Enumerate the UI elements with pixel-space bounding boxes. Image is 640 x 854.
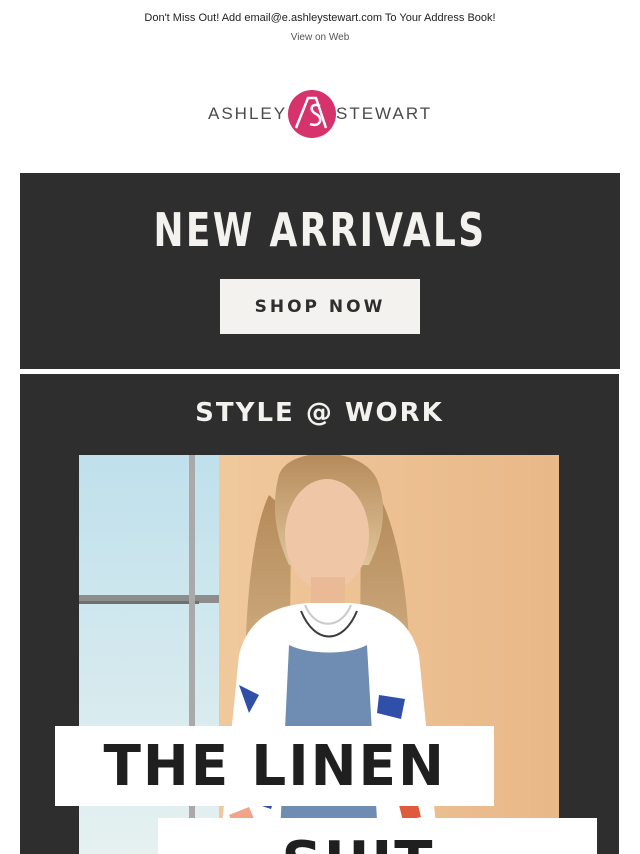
- new-arrivals-title: NEW ARRIVALS: [153, 203, 487, 257]
- shop-now-button[interactable]: SHOP NOW: [220, 279, 420, 334]
- linen-headline-box: THE LINEN: [55, 726, 494, 806]
- brand-logo[interactable]: ASHLEY STEWART: [204, 86, 440, 142]
- logo-word-right: STEWART: [336, 104, 433, 123]
- suit-headline-box: SUIT: [158, 818, 597, 854]
- new-arrivals-banner[interactable]: NEW ARRIVALS SHOP NOW: [20, 173, 620, 369]
- logo-word-left: ASHLEY: [208, 104, 288, 123]
- logo-mark-icon: [288, 90, 336, 138]
- linen-headline-line1: THE LINEN: [103, 733, 446, 799]
- preheader-text: Don't Miss Out! Add email@e.ashleystewar…: [144, 12, 496, 24]
- view-on-web-link[interactable]: View on Web: [0, 32, 640, 43]
- style-at-work-banner[interactable]: STYLE @ WORK THE LINEN: [20, 374, 619, 854]
- linen-headline-line2: SUIT: [158, 830, 558, 854]
- style-at-work-title: STYLE @ WORK: [195, 398, 444, 428]
